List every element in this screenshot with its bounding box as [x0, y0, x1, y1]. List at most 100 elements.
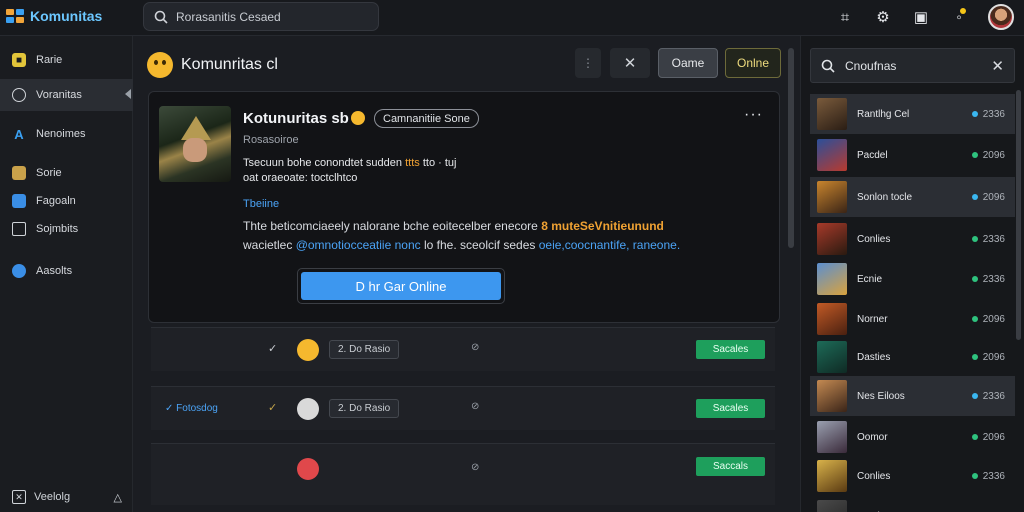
- bell-icon[interactable]: △: [114, 491, 122, 504]
- game-player-count: 2096: [982, 191, 1005, 203]
- row-pill[interactable]: 2. Do Rasio: [329, 399, 400, 418]
- close-button[interactable]: ✕: [610, 48, 650, 78]
- profile-description-2: wacietlec @omnotiocceatiie nonc lo fhe. …: [243, 238, 680, 252]
- sidebar-item-sojmbits[interactable]: Sojmbits: [0, 213, 133, 245]
- profile-name: Kotunuritas sb: [243, 110, 349, 127]
- game-list-item[interactable]: Nes Eiloos 2336: [810, 376, 1015, 416]
- description-text: lo fhe. sceolcif sedes: [423, 238, 536, 252]
- game-button[interactable]: Oame: [658, 48, 718, 78]
- description-text: Thte beticomciaeely nalorane bche eoitec…: [243, 219, 538, 233]
- row-avatar: [297, 398, 319, 420]
- profile-description: Thte beticomciaeely nalorane bche eoitec…: [243, 219, 664, 233]
- game-thumbnail: [817, 303, 847, 335]
- game-list-item[interactable]: Norner 2096: [810, 299, 1015, 339]
- row-tag[interactable]: ✓ Fotosdog: [165, 403, 218, 414]
- game-name: Conlies: [857, 470, 891, 482]
- more-button[interactable]: ⋮: [575, 48, 601, 78]
- user-avatar[interactable]: [988, 4, 1014, 30]
- game-name: Rantlhg Cel: [857, 108, 910, 120]
- profile-tag-badge[interactable]: Camnanitiie Sone: [374, 109, 479, 128]
- circle-dot-icon: [12, 264, 26, 278]
- search-icon: [154, 10, 168, 24]
- brand[interactable]: Komunitas: [6, 8, 102, 24]
- a-letter-icon: A: [14, 126, 24, 142]
- profile-avatar[interactable]: [159, 106, 231, 182]
- game-thumbnail: [817, 380, 847, 412]
- row-success-badge[interactable]: Sacales: [696, 340, 765, 359]
- game-list-item[interactable]: Oomor 2096: [810, 417, 1015, 457]
- flag-icon: ■: [12, 53, 26, 67]
- game-name: Pacdel: [857, 149, 888, 161]
- profile-bio-line-2: oat oraeoate: toctclhtco: [243, 172, 358, 184]
- top-icons: ⌗ ⚙ ▣ ◦: [836, 4, 1014, 30]
- description-highlight: 8 muteSeVnitieunund: [541, 219, 664, 233]
- game-list-item[interactable]: Conlies 2336: [810, 456, 1015, 496]
- clear-search-icon[interactable]: ✕: [991, 57, 1004, 75]
- game-list-item[interactable]: Conlies 2336: [810, 219, 1015, 259]
- row-avatar: [297, 458, 319, 480]
- join-online-button[interactable]: D hr Gar Online: [301, 272, 501, 300]
- game-thumbnail: [817, 341, 847, 373]
- game-player-count: 2336: [982, 233, 1005, 245]
- community-emoji-icon: [147, 52, 173, 78]
- table-row[interactable]: ✓ Fotosdog ✓ 2. Do Rasio ⊘ Sacales: [151, 386, 775, 430]
- global-search-input[interactable]: Rorasanitis Cesaed: [143, 2, 379, 31]
- game-player-count: 2336: [982, 390, 1005, 402]
- sidebar-item-rarie[interactable]: ■ Rarie: [0, 44, 133, 76]
- chevron-left-icon: [125, 89, 131, 99]
- profile-menu-icon[interactable]: ···: [744, 106, 763, 124]
- game-name: Sonlon tocle: [857, 191, 913, 203]
- game-player-count: 2096: [982, 431, 1005, 443]
- building-icon: [12, 222, 26, 236]
- search-text: Rorasanitis Cesaed: [176, 9, 281, 24]
- game-list-item[interactable]: Sorches: [810, 496, 1015, 512]
- app-name: Komunitas: [30, 8, 103, 24]
- description-link[interactable]: @omnotiocceatiie nonc: [296, 238, 421, 252]
- game-player-count: 2096: [982, 313, 1005, 325]
- sidebar-item-aasolts[interactable]: Aasolts: [0, 255, 133, 287]
- game-thumbnail: [817, 223, 847, 255]
- table-row[interactable]: ✓ 2. Do Rasio ⊘ Sacales: [151, 327, 775, 371]
- grid-icon[interactable]: ⌗: [836, 8, 854, 26]
- row-status-icon: ⊘: [471, 342, 480, 353]
- settings-icon[interactable]: ⚙: [874, 8, 892, 26]
- table-row[interactable]: ⊘ Saccals: [151, 443, 775, 505]
- row-success-badge[interactable]: Sacales: [696, 399, 765, 418]
- game-player-count: 2336: [982, 108, 1005, 120]
- game-name: Nes Eiloos: [857, 390, 905, 402]
- shield-b-icon: [12, 194, 26, 208]
- game-list-item[interactable]: Rantlhg Cel 2336: [810, 94, 1015, 134]
- game-thumbnail: [817, 139, 847, 171]
- row-pill[interactable]: 2. Do Rasio: [329, 340, 400, 359]
- shield-icon: [12, 166, 26, 180]
- window-icon[interactable]: ▣: [912, 8, 930, 26]
- online-button[interactable]: Onlne: [725, 48, 781, 78]
- game-list-item[interactable]: Sonlon tocle 2096: [810, 177, 1015, 217]
- online-status-dot: [971, 152, 978, 158]
- online-status-dot: [971, 393, 978, 399]
- sidebar-item-voranitas[interactable]: Voranitas: [0, 79, 133, 111]
- description-link[interactable]: oeie,coocnantife, raneone.: [539, 238, 680, 252]
- exit-icon[interactable]: ✕: [12, 490, 26, 504]
- verified-icon: [351, 111, 365, 125]
- game-list-item[interactable]: Pacdel 2096: [810, 135, 1015, 175]
- online-status-dot: [971, 236, 978, 242]
- game-thumbnail: [817, 263, 847, 295]
- game-list-item[interactable]: Dasties 2096: [810, 337, 1015, 377]
- row-success-badge[interactable]: Saccals: [696, 457, 765, 476]
- profile-link[interactable]: Tbeiine: [243, 198, 279, 210]
- game-search-input[interactable]: Cnoufnas ✕: [810, 48, 1015, 83]
- main-header: Komunritas cl ⋮ ✕ Oame Onlne: [145, 48, 785, 82]
- game-list-item[interactable]: Ecnie 2336: [810, 259, 1015, 299]
- row-chevron-icon[interactable]: ✓: [268, 342, 277, 355]
- search-icon: [821, 59, 835, 73]
- row-chevron-icon[interactable]: ✓: [268, 401, 277, 414]
- game-player-count: 2336: [982, 470, 1005, 482]
- right-scrollbar[interactable]: [1016, 90, 1021, 340]
- sidebar-item-nenoimes[interactable]: A Nenoimes: [0, 118, 133, 150]
- game-name: Oomor: [857, 431, 888, 443]
- description-text: wacietlec: [243, 238, 293, 252]
- notification-icon[interactable]: ◦: [950, 8, 968, 26]
- main-scrollbar[interactable]: [788, 48, 794, 248]
- game-name: Conlies: [857, 233, 891, 245]
